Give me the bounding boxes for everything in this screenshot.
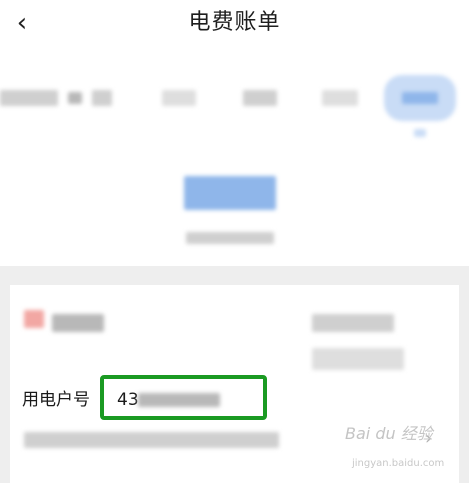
provider-name-blur (52, 314, 104, 332)
card-right-top-blur (312, 314, 394, 332)
amount-caption-blur (186, 232, 274, 244)
page-title: 电费账单 (188, 10, 281, 35)
tab-selected-label-blur (402, 92, 438, 104)
tab-blur[interactable] (243, 90, 277, 106)
nav-bar: ‹ 电费账单 (0, 0, 469, 48)
provider-logo-blur (24, 310, 44, 328)
watermark-url: jingyan.baidu.com (352, 458, 445, 469)
account-number-label: 用电户号 (22, 390, 90, 410)
tab-blur[interactable] (68, 92, 82, 104)
tab-blur[interactable] (0, 90, 58, 106)
tab-blur[interactable] (322, 90, 358, 106)
address-blur (24, 432, 279, 448)
tab-indicator-blur (414, 129, 426, 137)
tab-blur[interactable] (162, 90, 196, 106)
card-right-bottom-blur (312, 348, 404, 370)
account-number-highlight (100, 375, 267, 420)
watermark-logo: Bai du 经验 (345, 424, 433, 443)
tab-blur[interactable] (92, 90, 112, 106)
amount-blur (184, 176, 276, 210)
